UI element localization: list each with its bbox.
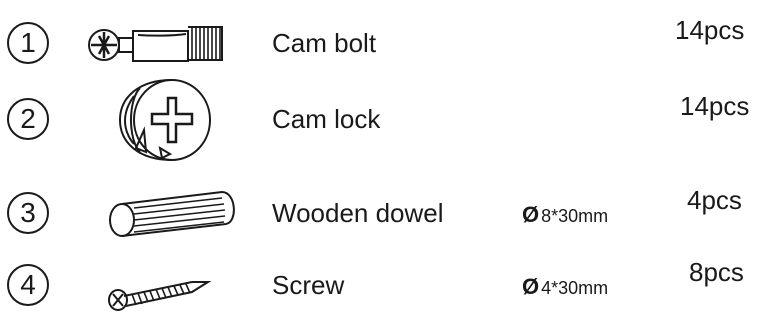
parts-row: 2 Cam lock 14pcs — [0, 79, 763, 161]
parts-row: 1 Cam bolt 14pcs — [0, 14, 763, 74]
diameter-symbol: Ø — [522, 274, 540, 299]
parts-row: 3 Wooden dowel Ø 8*30mm 4pcs — [0, 184, 763, 244]
item-number: 1 — [7, 22, 49, 64]
item-quantity: 14pcs — [675, 15, 745, 45]
item-name: Cam lock — [272, 104, 381, 134]
item-spec: Ø 8*30mm — [522, 203, 608, 228]
item-name: Cam bolt — [272, 28, 377, 58]
item-quantity: 8pcs — [689, 257, 744, 287]
cam-bolt-icon — [88, 26, 223, 62]
wooden-dowel-icon — [109, 190, 235, 237]
screw-icon — [108, 281, 212, 311]
cam-lock-icon — [118, 79, 211, 161]
item-number: 4 — [7, 264, 49, 306]
item-spec-value: 8*30mm — [541, 206, 609, 226]
item-quantity: 14pcs — [680, 91, 750, 121]
item-number: 3 — [7, 192, 49, 234]
diameter-symbol: Ø — [522, 202, 540, 227]
item-name: Screw — [272, 270, 345, 300]
parts-row: 4 Screw Ø 4*30mm 8pcs — [0, 256, 763, 316]
item-spec: Ø 4*30mm — [522, 275, 608, 300]
item-spec-value: 4*30mm — [541, 278, 609, 298]
item-quantity: 4pcs — [687, 185, 742, 215]
item-name: Wooden dowel — [272, 198, 444, 228]
item-number: 2 — [7, 98, 49, 140]
